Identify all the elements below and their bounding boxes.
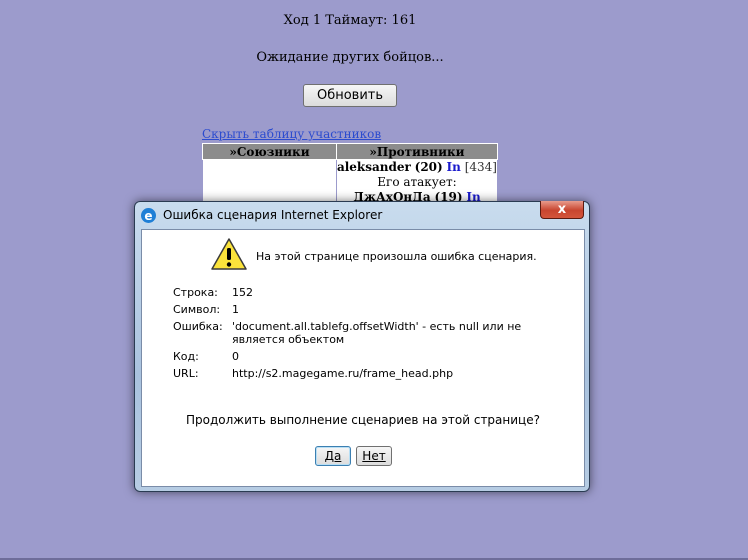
char-label: Символ: [173,303,221,316]
script-error-dialog: e Ошибка сценария Internet Explorer x На… [134,201,590,492]
code-value: 0 [232,350,239,363]
code-label: Код: [173,350,199,363]
allies-header: »Союзники [202,143,337,160]
enemy-level: (20) [414,160,443,174]
line-value: 152 [232,286,253,299]
no-button[interactable]: Нет [356,446,392,466]
dialog-title: Ошибка сценария Internet Explorer [163,208,383,222]
enemy-hp: [434] [464,160,497,174]
waiting-message: Ожидание других бойцов... [256,50,444,65]
char-value: 1 [232,303,239,316]
dialog-titlebar[interactable]: e Ошибка сценария Internet Explorer x [135,201,589,228]
url-label: URL: [173,367,199,380]
refresh-button[interactable]: Обновить [303,84,397,107]
enemies-header: »Противники [335,143,499,160]
error-value: 'document.all.tablefg.offsetWidth' - ест… [232,320,522,346]
enemy-in-link[interactable]: In [447,160,461,174]
warning-icon [211,238,247,270]
line-label: Строка: [173,286,218,299]
error-headline: На этой странице произошла ошибка сценар… [256,250,537,263]
internet-explorer-icon: e [141,208,156,223]
error-label: Ошибка: [173,320,223,333]
turn-info: Ход 1 Таймаут: 161 [283,13,417,28]
dialog-content: На этой странице произошла ошибка сценар… [141,229,585,487]
hide-table-link[interactable]: Скрыть таблицу участников [202,127,381,141]
attacked-by-label: Его атакует: [377,175,457,189]
close-icon: x [557,202,567,217]
enemy-entry[interactable]: aleksander (20) In [434] [337,160,497,175]
enemy-name[interactable]: aleksander [337,160,411,174]
yes-button[interactable]: Да [315,446,351,466]
url-value: http://s2.magegame.ru/frame_head.php [232,367,454,380]
continue-question: Продолжить выполнение сценариев на этой … [186,413,540,427]
close-button[interactable]: x [540,201,584,219]
